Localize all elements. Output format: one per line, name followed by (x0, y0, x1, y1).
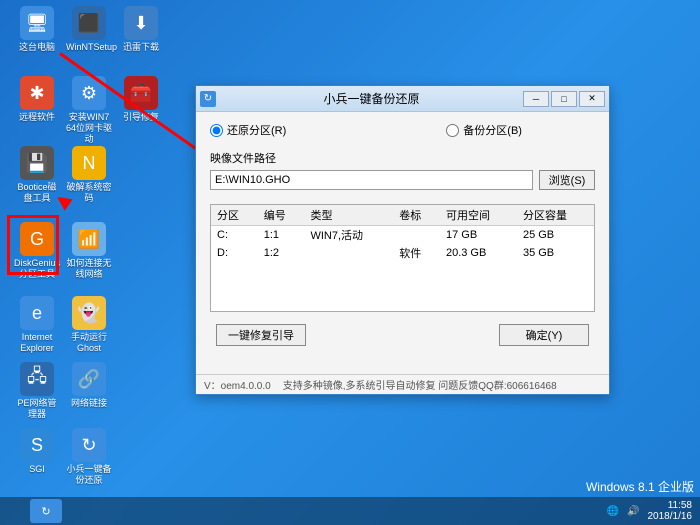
desktop-icon-label: 如何连接无线网络 (66, 258, 112, 280)
desktop-icon-image: 🖥 (20, 6, 54, 40)
window-title: 小兵一键备份还原 (222, 90, 521, 107)
desktop-icon-9[interactable]: 📶如何连接无线网络 (66, 222, 112, 280)
desktop-icon-label: Internet Explorer (14, 332, 60, 354)
desktop-icon-label: 小兵一键备份还原 (66, 464, 112, 486)
table-cell: 20.3 GB (440, 244, 517, 262)
window-footer: V：oem4.0.0.0 支持多种镜像,多系统引导自动修复 问题反馈QQ群:60… (196, 374, 609, 394)
column-header[interactable]: 分区容量 (517, 205, 594, 226)
desktop-icon-image: 💾 (20, 146, 54, 180)
desktop-icon-6[interactable]: 💾Bootice磁盘工具 (14, 146, 60, 204)
tray-date: 2018/1/16 (648, 511, 693, 522)
desktop-icon-3[interactable]: ✱ 远程软件 (14, 76, 60, 123)
radio-backup-input[interactable] (446, 124, 459, 137)
browse-button[interactable]: 浏览(S) (539, 170, 595, 190)
desktop-icon-label: 网络链接 (66, 398, 112, 409)
mode-radio-group: 还原分区(R) 备份分区(B) (210, 122, 595, 138)
app-window: ↻ 小兵一键备份还原 ─ □ ✕ 还原分区(R) 备份分区(B) 映像文件路径 … (195, 85, 610, 395)
desktop-icon-label: 手动运行Ghost (66, 332, 112, 354)
table-cell: 25 GB (517, 226, 594, 245)
version-label: V：oem4.0.0.0 (204, 377, 271, 392)
image-path-input[interactable] (210, 170, 533, 190)
repair-boot-button[interactable]: 一键修复引导 (216, 324, 306, 346)
table-cell (304, 244, 393, 262)
desktop-icon-image: ↻ (72, 428, 106, 462)
column-header[interactable]: 类型 (304, 205, 393, 226)
desktop-icon-image: ⬛ (72, 6, 106, 40)
column-header[interactable]: 编号 (258, 205, 305, 226)
column-header[interactable]: 可用空间 (440, 205, 517, 226)
desktop-icon-label: 这台电脑 (14, 42, 60, 53)
desktop-icon-image: 🔗 (72, 362, 106, 396)
tray-clock[interactable]: 11:58 2018/1/16 (648, 500, 693, 522)
desktop-icon-image: N (72, 146, 106, 180)
desktop-icon-image: 👻 (72, 296, 106, 330)
radio-restore[interactable]: 还原分区(R) (210, 122, 286, 138)
table-cell: 17 GB (440, 226, 517, 245)
desktop-icon-10[interactable]: eInternet Explorer (14, 296, 60, 354)
desktop-icon-label: 迅雷下载 (118, 42, 164, 53)
table-cell (393, 226, 440, 245)
desktop-icon-14[interactable]: S SGI (14, 428, 60, 475)
desktop-icon-0[interactable]: 🖥 这台电脑 (14, 6, 60, 53)
desktop-icon-7[interactable]: N破解系统密码 (66, 146, 112, 204)
table-cell: 1:2 (258, 244, 305, 262)
desktop-icon-label: PE网络管理器 (14, 398, 60, 420)
table-row[interactable]: D:1:2 软件20.3 GB35 GB (211, 244, 594, 262)
ok-button[interactable]: 确定(Y) (499, 324, 589, 346)
annotation-highlight-box (7, 215, 59, 275)
taskbar-app-icon[interactable]: ↻ (30, 499, 62, 523)
desktop-icon-image: 📶 (72, 222, 106, 256)
desktop-icon-label: 破解系统密码 (66, 182, 112, 204)
radio-restore-input[interactable] (210, 124, 223, 137)
tray-sound-icon[interactable]: 🔊 (627, 506, 639, 517)
taskbar[interactable]: ↻ 🌐 🔊 11:58 2018/1/16 (0, 497, 700, 525)
column-header[interactable]: 分区 (211, 205, 258, 226)
desktop-icon-13[interactable]: 🔗 网络链接 (66, 362, 112, 409)
column-header[interactable]: 卷标 (393, 205, 440, 226)
titlebar[interactable]: ↻ 小兵一键备份还原 ─ □ ✕ (196, 86, 609, 112)
desktop-icon-image: ⬇ (124, 6, 158, 40)
table-cell: 软件 (393, 244, 440, 262)
minimize-button[interactable]: ─ (523, 91, 549, 107)
close-button[interactable]: ✕ (579, 91, 605, 107)
desktop-icon-image: S (20, 428, 54, 462)
desktop-icon-image: 🖧 (20, 362, 54, 396)
desktop-icon-label: WinNTSetup (66, 42, 112, 53)
app-icon: ↻ (200, 91, 216, 107)
desktop-icon-15[interactable]: ↻小兵一键备份还原 (66, 428, 112, 486)
desktop-icon-label: 安装WIN7 64位网卡驱动 (66, 112, 112, 145)
tray-network-icon[interactable]: 🌐 (607, 506, 619, 517)
desktop-icon-label: SGI (14, 464, 60, 475)
partition-table[interactable]: 分区编号类型卷标可用空间分区容量 C:1:1WIN7,活动17 GB25 GBD… (210, 204, 595, 312)
table-cell: 1:1 (258, 226, 305, 245)
table-cell: 35 GB (517, 244, 594, 262)
table-row[interactable]: C:1:1WIN7,活动 17 GB25 GB (211, 226, 594, 245)
desktop-icon-image: 🧰 (124, 76, 158, 110)
desktop-icon-image: e (20, 296, 54, 330)
desktop-icon-2[interactable]: ⬇ 迅雷下载 (118, 6, 164, 53)
desktop-icon-label: 远程软件 (14, 112, 60, 123)
desktop-icon-12[interactable]: 🖧PE网络管理器 (14, 362, 60, 420)
radio-backup-label: 备份分区(B) (463, 122, 522, 138)
windows-watermark: Windows 8.1 企业版 (586, 478, 694, 495)
path-label: 映像文件路径 (210, 150, 595, 166)
support-label: 支持多种镜像,多系统引导自动修复 问题反馈QQ群:606616468 (283, 377, 557, 392)
desktop-icon-image: ✱ (20, 76, 54, 110)
desktop-icon-11[interactable]: 👻手动运行Ghost (66, 296, 112, 354)
maximize-button[interactable]: □ (551, 91, 577, 107)
tray-time: 11:58 (648, 500, 693, 511)
window-body: 还原分区(R) 备份分区(B) 映像文件路径 浏览(S) 分区编号类型卷标可用空… (196, 112, 609, 356)
radio-backup[interactable]: 备份分区(B) (446, 122, 522, 138)
table-cell: C: (211, 226, 258, 245)
radio-restore-label: 还原分区(R) (227, 122, 286, 138)
system-tray[interactable]: 🌐 🔊 11:58 2018/1/16 (607, 500, 700, 522)
table-cell: WIN7,活动 (304, 226, 393, 245)
table-cell: D: (211, 244, 258, 262)
desktop-icon-1[interactable]: ⬛ WinNTSetup (66, 6, 112, 53)
